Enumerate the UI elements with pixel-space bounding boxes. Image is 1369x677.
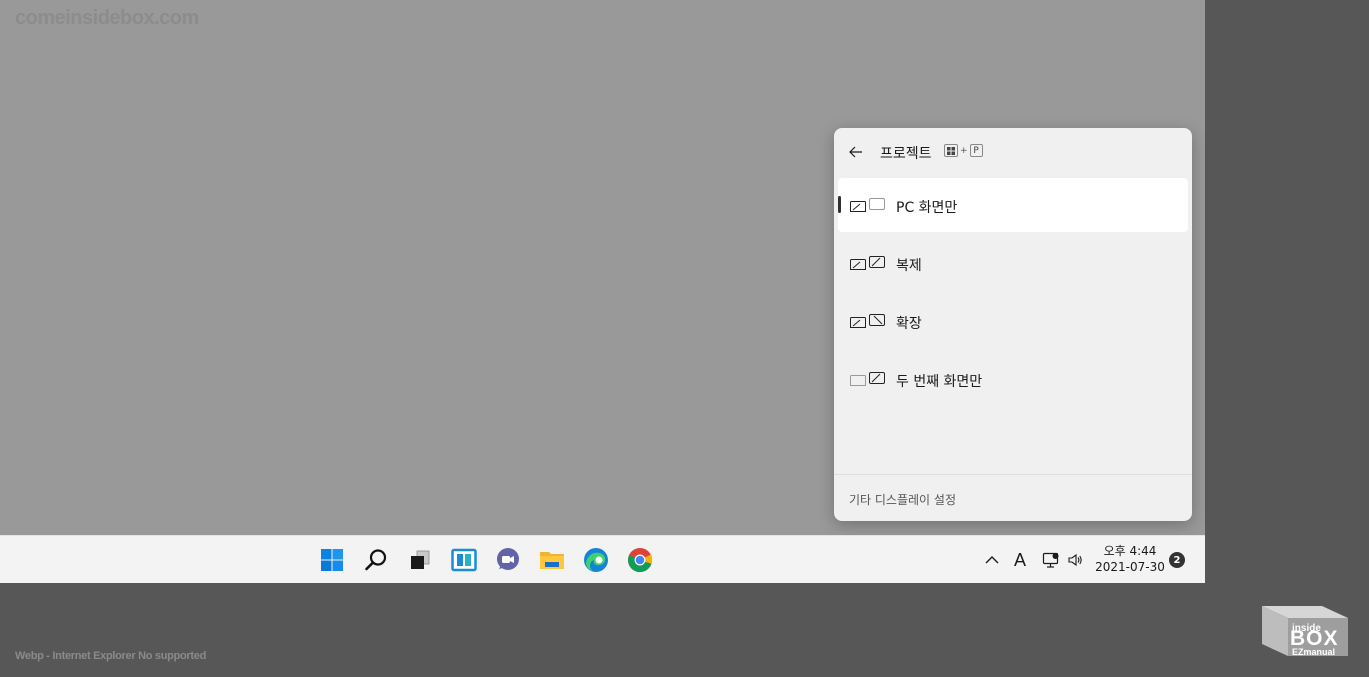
arrow-left-icon	[849, 146, 862, 158]
logo-sub-text: EZmanual	[1292, 647, 1336, 657]
input-method-indicator[interactable]: A	[1010, 548, 1030, 572]
selection-indicator	[838, 196, 841, 213]
network-icon[interactable]	[1041, 548, 1061, 572]
option-label: 복제	[896, 258, 922, 274]
chrome-icon[interactable]	[626, 546, 654, 574]
option-label: 두 번째 화면만	[896, 374, 983, 390]
flyout-footer: 기타 디스플레이 설정	[834, 474, 1192, 521]
edge-icon[interactable]	[582, 546, 610, 574]
file-explorer-icon[interactable]	[538, 546, 566, 574]
shortcut-plus: +	[960, 145, 968, 156]
flyout-header: 프로젝트 + P	[834, 128, 1192, 176]
task-view-icon[interactable]	[406, 546, 434, 574]
format-note: Webp - Internet Explorer No supported	[15, 650, 206, 662]
option-second-screen-only[interactable]: 두 번째 화면만	[838, 352, 1188, 406]
teams-chat-icon[interactable]	[494, 546, 522, 574]
flyout-title: 프로젝트	[880, 146, 932, 162]
p-key: P	[969, 144, 983, 157]
windows-key-icon	[944, 144, 958, 157]
back-button[interactable]	[844, 140, 868, 164]
pc-screen-only-icon	[850, 198, 885, 212]
advanced-display-settings-link[interactable]: 기타 디스플레이 설정	[849, 491, 956, 508]
outer-margin	[1205, 0, 1369, 677]
option-extend[interactable]: 확장	[838, 294, 1188, 348]
widgets-icon[interactable]	[450, 546, 478, 574]
site-watermark: comeinsidebox.com	[15, 7, 199, 29]
duplicate-icon	[850, 256, 885, 270]
start-icon[interactable]	[318, 546, 346, 574]
project-flyout: 프로젝트 + P PC 화면만 복제 확장 두 번째 화면만 기타 디스플레이 …	[834, 128, 1192, 521]
option-duplicate[interactable]: 복제	[838, 236, 1188, 290]
clock-date: 2021-07-30	[1095, 560, 1165, 574]
notification-badge[interactable]: 2	[1169, 552, 1185, 568]
option-label: 확장	[896, 316, 922, 332]
system-clock[interactable]: 오후 4:44 2021-07-30	[1092, 543, 1168, 575]
volume-icon[interactable]	[1066, 548, 1084, 572]
chevron-up-icon[interactable]	[984, 548, 1000, 572]
keyboard-shortcut: + P	[944, 144, 983, 157]
option-pc-screen-only[interactable]: PC 화면만	[838, 178, 1188, 232]
clock-time: 오후 4:44	[1103, 544, 1157, 558]
extend-icon	[850, 314, 885, 328]
second-screen-only-icon	[850, 372, 885, 386]
option-label: PC 화면만	[896, 200, 958, 216]
search-icon[interactable]	[362, 546, 390, 574]
taskbar: A 오후 4:44 2021-07-30 2	[0, 535, 1205, 583]
